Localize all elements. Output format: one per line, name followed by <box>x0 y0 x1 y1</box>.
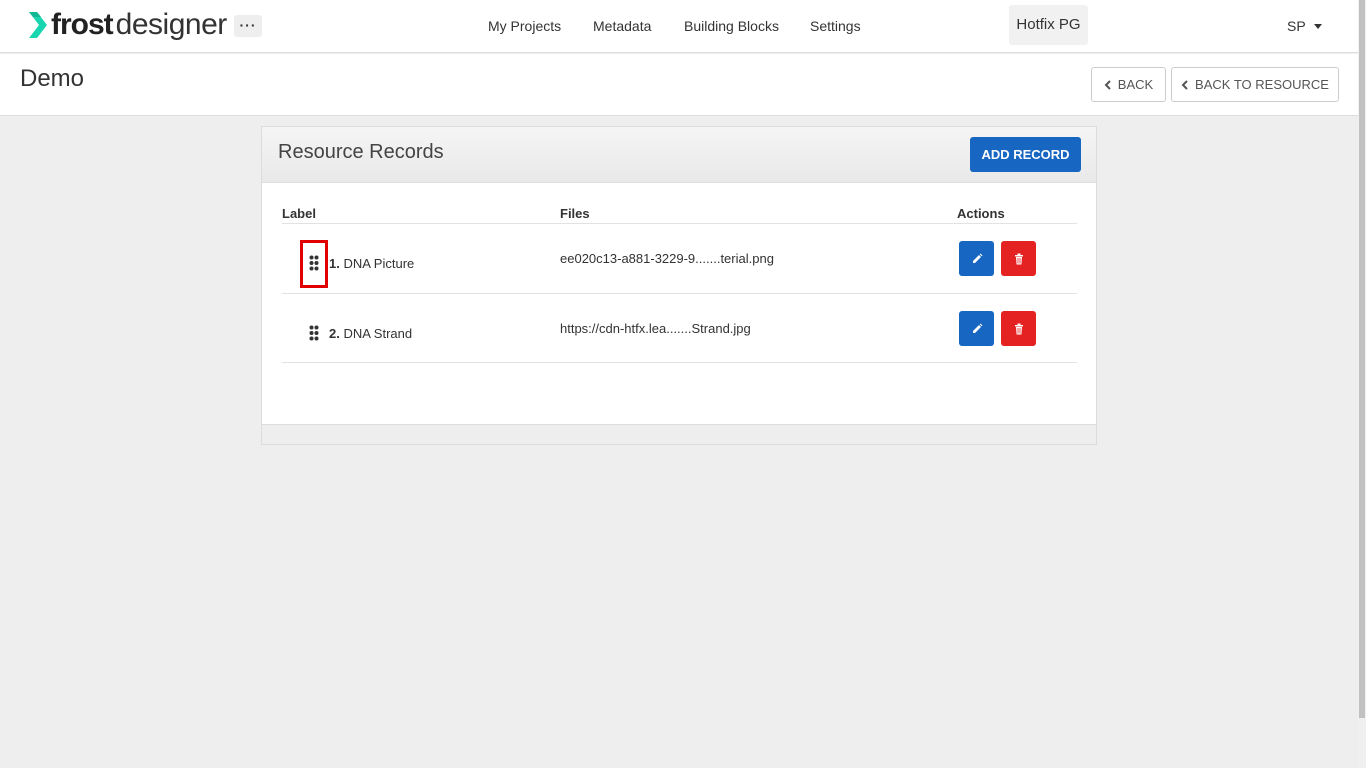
nav-building-blocks[interactable]: Building Blocks <box>684 18 779 34</box>
row-index: 1. <box>329 256 340 271</box>
top-navbar: frost designer ··· My Projects Metadata … <box>0 0 1358 53</box>
page-title: Demo <box>20 65 85 92</box>
row-divider <box>282 362 1077 363</box>
panel-title: Resource Records <box>278 141 444 163</box>
caret-down-icon <box>1313 23 1322 29</box>
row-label: 1. DNA Picture <box>329 256 414 271</box>
panel-header: Resource Records ADD RECORD <box>262 127 1096 183</box>
panel-footer <box>262 424 1096 444</box>
row-index: 2. <box>329 326 340 341</box>
row-file: ee020c13-a881-3229-9.......terial.png <box>560 251 774 266</box>
scrollbar-thumb[interactable] <box>1359 0 1365 718</box>
environment-selector[interactable]: Hotfix PG <box>1009 5 1088 45</box>
page-header: Demo BACK BACK TO RESOURCE <box>0 54 1358 116</box>
logo-chevron-icon <box>29 12 47 38</box>
delete-button[interactable] <box>1001 311 1036 346</box>
drag-handle-highlight <box>300 240 328 288</box>
row-label: 2. DNA Strand <box>329 326 412 341</box>
back-to-resource-button[interactable]: BACK TO RESOURCE <box>1171 67 1339 102</box>
row-label-text: DNA Picture <box>343 256 415 271</box>
back-to-resource-label: BACK TO RESOURCE <box>1195 77 1329 92</box>
logo-text-bold: frost <box>51 8 114 41</box>
header-divider <box>282 223 1077 224</box>
delete-button[interactable] <box>1001 241 1036 276</box>
drag-handle-icon[interactable] <box>309 325 319 341</box>
row-file: https://cdn-htfx.lea.......Strand.jpg <box>560 321 751 336</box>
pencil-icon <box>972 323 982 333</box>
nav-settings[interactable]: Settings <box>810 18 861 34</box>
nav-my-projects[interactable]: My Projects <box>488 18 561 34</box>
user-menu[interactable]: SP <box>1287 18 1322 34</box>
page-scrollbar[interactable] <box>1358 0 1366 768</box>
user-initials: SP <box>1287 18 1306 34</box>
row-label-text: DNA Strand <box>343 326 413 341</box>
frost-designer-logo[interactable]: frost designer <box>27 8 227 42</box>
back-button[interactable]: BACK <box>1091 67 1166 102</box>
chevron-left-icon <box>1104 79 1111 90</box>
back-button-label: BACK <box>1117 77 1154 92</box>
column-header-actions: Actions <box>957 206 1005 221</box>
trash-icon <box>1014 323 1023 334</box>
chevron-left-icon <box>1181 79 1188 90</box>
edit-button[interactable] <box>959 241 994 276</box>
edit-button[interactable] <box>959 311 994 346</box>
resource-records-panel: Resource Records ADD RECORD Label Files … <box>261 126 1097 445</box>
trash-icon <box>1014 253 1023 264</box>
more-menu-button[interactable]: ··· <box>234 15 262 37</box>
logo-text-light: designer <box>115 8 228 41</box>
pencil-icon <box>972 253 982 263</box>
nav-metadata[interactable]: Metadata <box>593 18 651 34</box>
column-header-files: Files <box>560 206 590 221</box>
row-divider <box>282 293 1077 294</box>
column-header-label: Label <box>282 206 316 221</box>
add-record-button[interactable]: ADD RECORD <box>970 137 1081 172</box>
